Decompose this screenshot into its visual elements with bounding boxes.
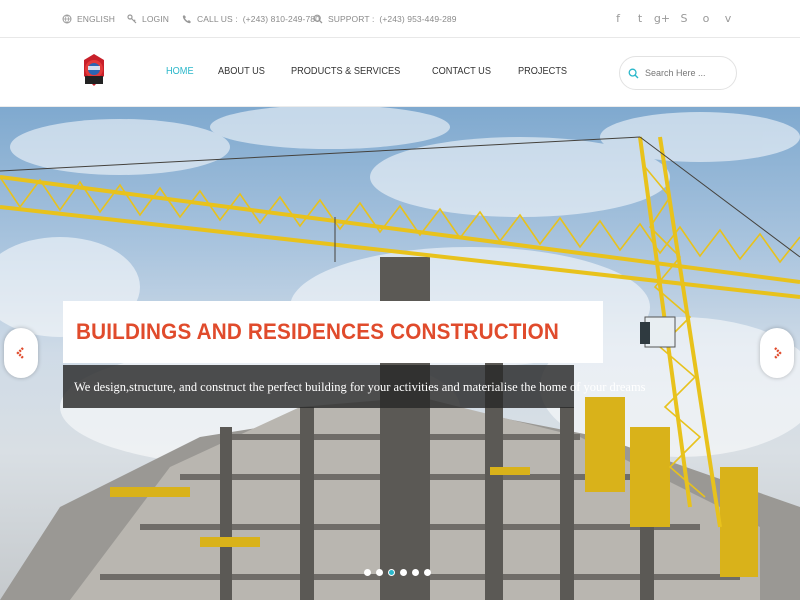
nav-item-contact-us[interactable]: CONTACT US <box>432 66 491 77</box>
nav-menu: HOME ABOUT US PRODUCTS & SERVICES CONTAC… <box>166 66 593 77</box>
facebook-icon[interactable]: f <box>612 10 624 26</box>
nav-item-about-us[interactable]: ABOUT US <box>218 66 265 77</box>
search-support-icon <box>313 14 323 24</box>
search-icon[interactable] <box>628 68 639 79</box>
key-icon <box>127 14 137 24</box>
search-box <box>619 56 737 90</box>
hero-title: BUILDINGS AND RESIDENCES CONSTRUCTION <box>76 319 560 344</box>
slider-next-button[interactable] <box>760 328 794 378</box>
slider-prev-button[interactable] <box>4 328 38 378</box>
circle-logo-icon[interactable]: o <box>700 10 712 26</box>
skype-icon[interactable]: S <box>678 10 690 26</box>
main-navigation: HOME ABOUT US PRODUCTS & SERVICES CONTAC… <box>0 38 800 107</box>
slider-dot[interactable] <box>364 569 371 576</box>
slider-dot[interactable] <box>388 569 395 576</box>
call-us-info: CALL US : (+243) 810-249-780 <box>182 12 320 26</box>
slider-pagination <box>364 569 431 576</box>
twitter-icon[interactable]: t <box>634 10 646 26</box>
slider-dot[interactable] <box>424 569 431 576</box>
slider-dot[interactable] <box>412 569 419 576</box>
globe-icon <box>62 14 72 24</box>
nav-item-products-services[interactable]: PRODUCTS & SERVICES <box>291 66 400 77</box>
support-label: SUPPORT : <box>328 14 375 24</box>
language-selector[interactable]: ENGLISH <box>62 12 115 26</box>
phone-icon <box>182 15 191 24</box>
call-us-label: CALL US : <box>197 14 238 24</box>
language-label: ENGLISH <box>77 14 116 24</box>
chevron-left-icon <box>16 347 24 359</box>
chevron-right-icon <box>774 347 782 359</box>
support-info: SUPPORT : (+243) 953-449-289 <box>313 12 457 26</box>
call-us-number[interactable]: (+243) 810-249-780 <box>243 14 320 24</box>
social-links: f t g+ S o v <box>612 10 734 26</box>
nav-item-projects[interactable]: PROJECTS <box>518 66 567 77</box>
top-bar: ENGLISH LOGIN CALL US : (+243) 810-249-7… <box>0 0 800 38</box>
nav-item-home[interactable]: HOME <box>166 66 194 77</box>
hero-subtitle-box: We design,structure, and construct the p… <box>63 365 646 408</box>
search-input[interactable] <box>645 68 727 78</box>
login-link[interactable]: LOGIN <box>127 12 169 26</box>
slider-dot[interactable] <box>376 569 383 576</box>
google-plus-icon[interactable]: g+ <box>654 10 670 26</box>
login-label: LOGIN <box>142 14 169 24</box>
hero-subtitle: We design,structure, and construct the p… <box>74 378 646 394</box>
hero-title-box: BUILDINGS AND RESIDENCES CONSTRUCTION <box>63 301 603 363</box>
slider-dot[interactable] <box>400 569 407 576</box>
company-logo[interactable] <box>80 52 108 90</box>
support-number[interactable]: (+243) 953-449-289 <box>379 14 456 24</box>
hero-slider: BUILDINGS AND RESIDENCES CONSTRUCTION We… <box>0 107 800 600</box>
vimeo-icon[interactable]: v <box>722 10 734 26</box>
